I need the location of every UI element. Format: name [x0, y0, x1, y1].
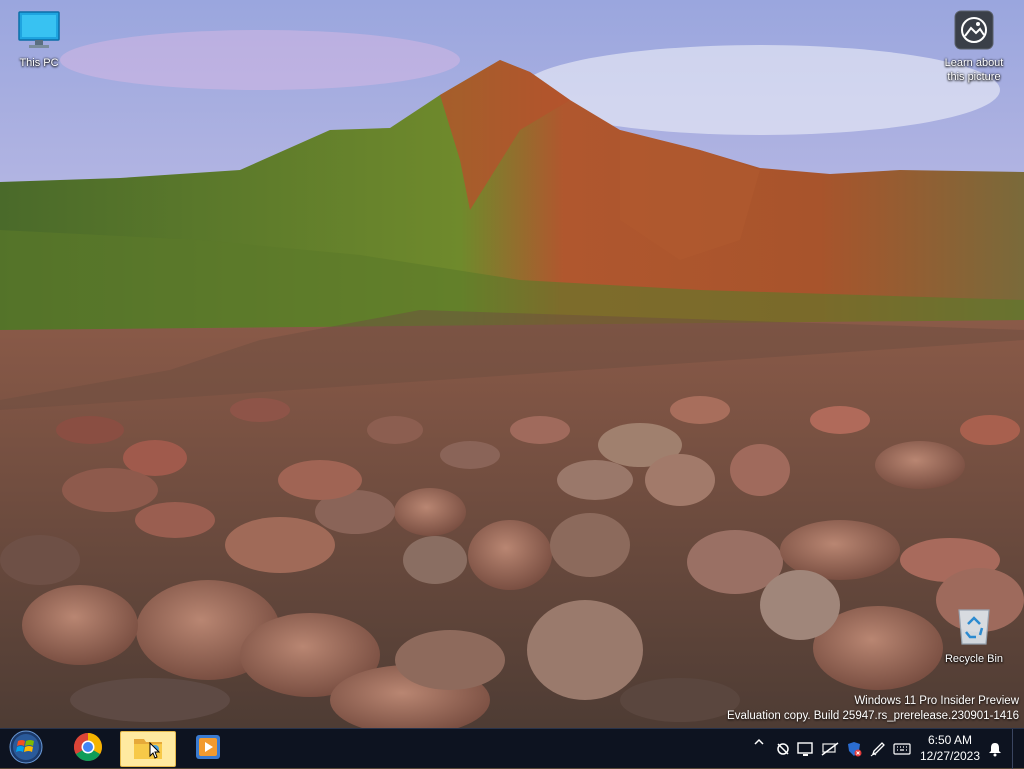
security-icon[interactable] [845, 740, 863, 758]
keyboard-icon[interactable] [893, 740, 911, 758]
clock-date: 12/27/2023 [919, 749, 981, 763]
mouse-cursor-icon [149, 741, 161, 765]
display-icon[interactable] [797, 740, 815, 758]
pen-icon[interactable] [869, 740, 887, 758]
settings-disabled-icon[interactable] [774, 740, 792, 758]
media-player-taskbar-button[interactable] [180, 731, 236, 767]
show-desktop-button[interactable] [1012, 729, 1024, 769]
media-player-icon [195, 734, 221, 765]
windows-logo-icon [9, 730, 43, 769]
recycle-bin-desktop-icon[interactable]: Recycle Bin [936, 606, 1012, 666]
this-pc-label: This PC [19, 57, 59, 69]
file-explorer-taskbar-button[interactable] [120, 731, 176, 767]
recycle-bin-icon [936, 606, 1012, 650]
start-button[interactable] [8, 730, 44, 765]
learn-about-picture-icon [936, 10, 1012, 54]
taskbar: 6:50 AM 12/27/2023 [0, 728, 1024, 769]
taskbar-clock[interactable]: 6:50 AM 12/27/2023 [914, 732, 986, 764]
clock-time: 6:50 AM [927, 733, 973, 747]
windows-evaluation-watermark: Windows 11 Pro Insider Preview Evaluatio… [727, 694, 1019, 724]
network-icon[interactable] [821, 740, 839, 758]
bell-icon[interactable] [986, 740, 1004, 758]
desktop-wallpaper[interactable] [0, 0, 1024, 728]
chrome-taskbar-button[interactable] [60, 731, 116, 767]
learn-about-picture-desktop-icon[interactable]: Learn about this picture [936, 10, 1012, 84]
chevron-up-icon[interactable] [750, 733, 768, 751]
this-pc-desktop-icon[interactable]: This PC [1, 10, 77, 70]
learn-about-picture-label: Learn about this picture [944, 57, 1004, 83]
watermark-build: Evaluation copy. Build 25947.rs_prerelea… [727, 710, 1019, 722]
monitor-icon [1, 10, 77, 54]
recycle-bin-label: Recycle Bin [944, 653, 1004, 665]
watermark-edition: Windows 11 Pro Insider Preview [854, 695, 1019, 707]
chrome-icon [73, 732, 103, 767]
